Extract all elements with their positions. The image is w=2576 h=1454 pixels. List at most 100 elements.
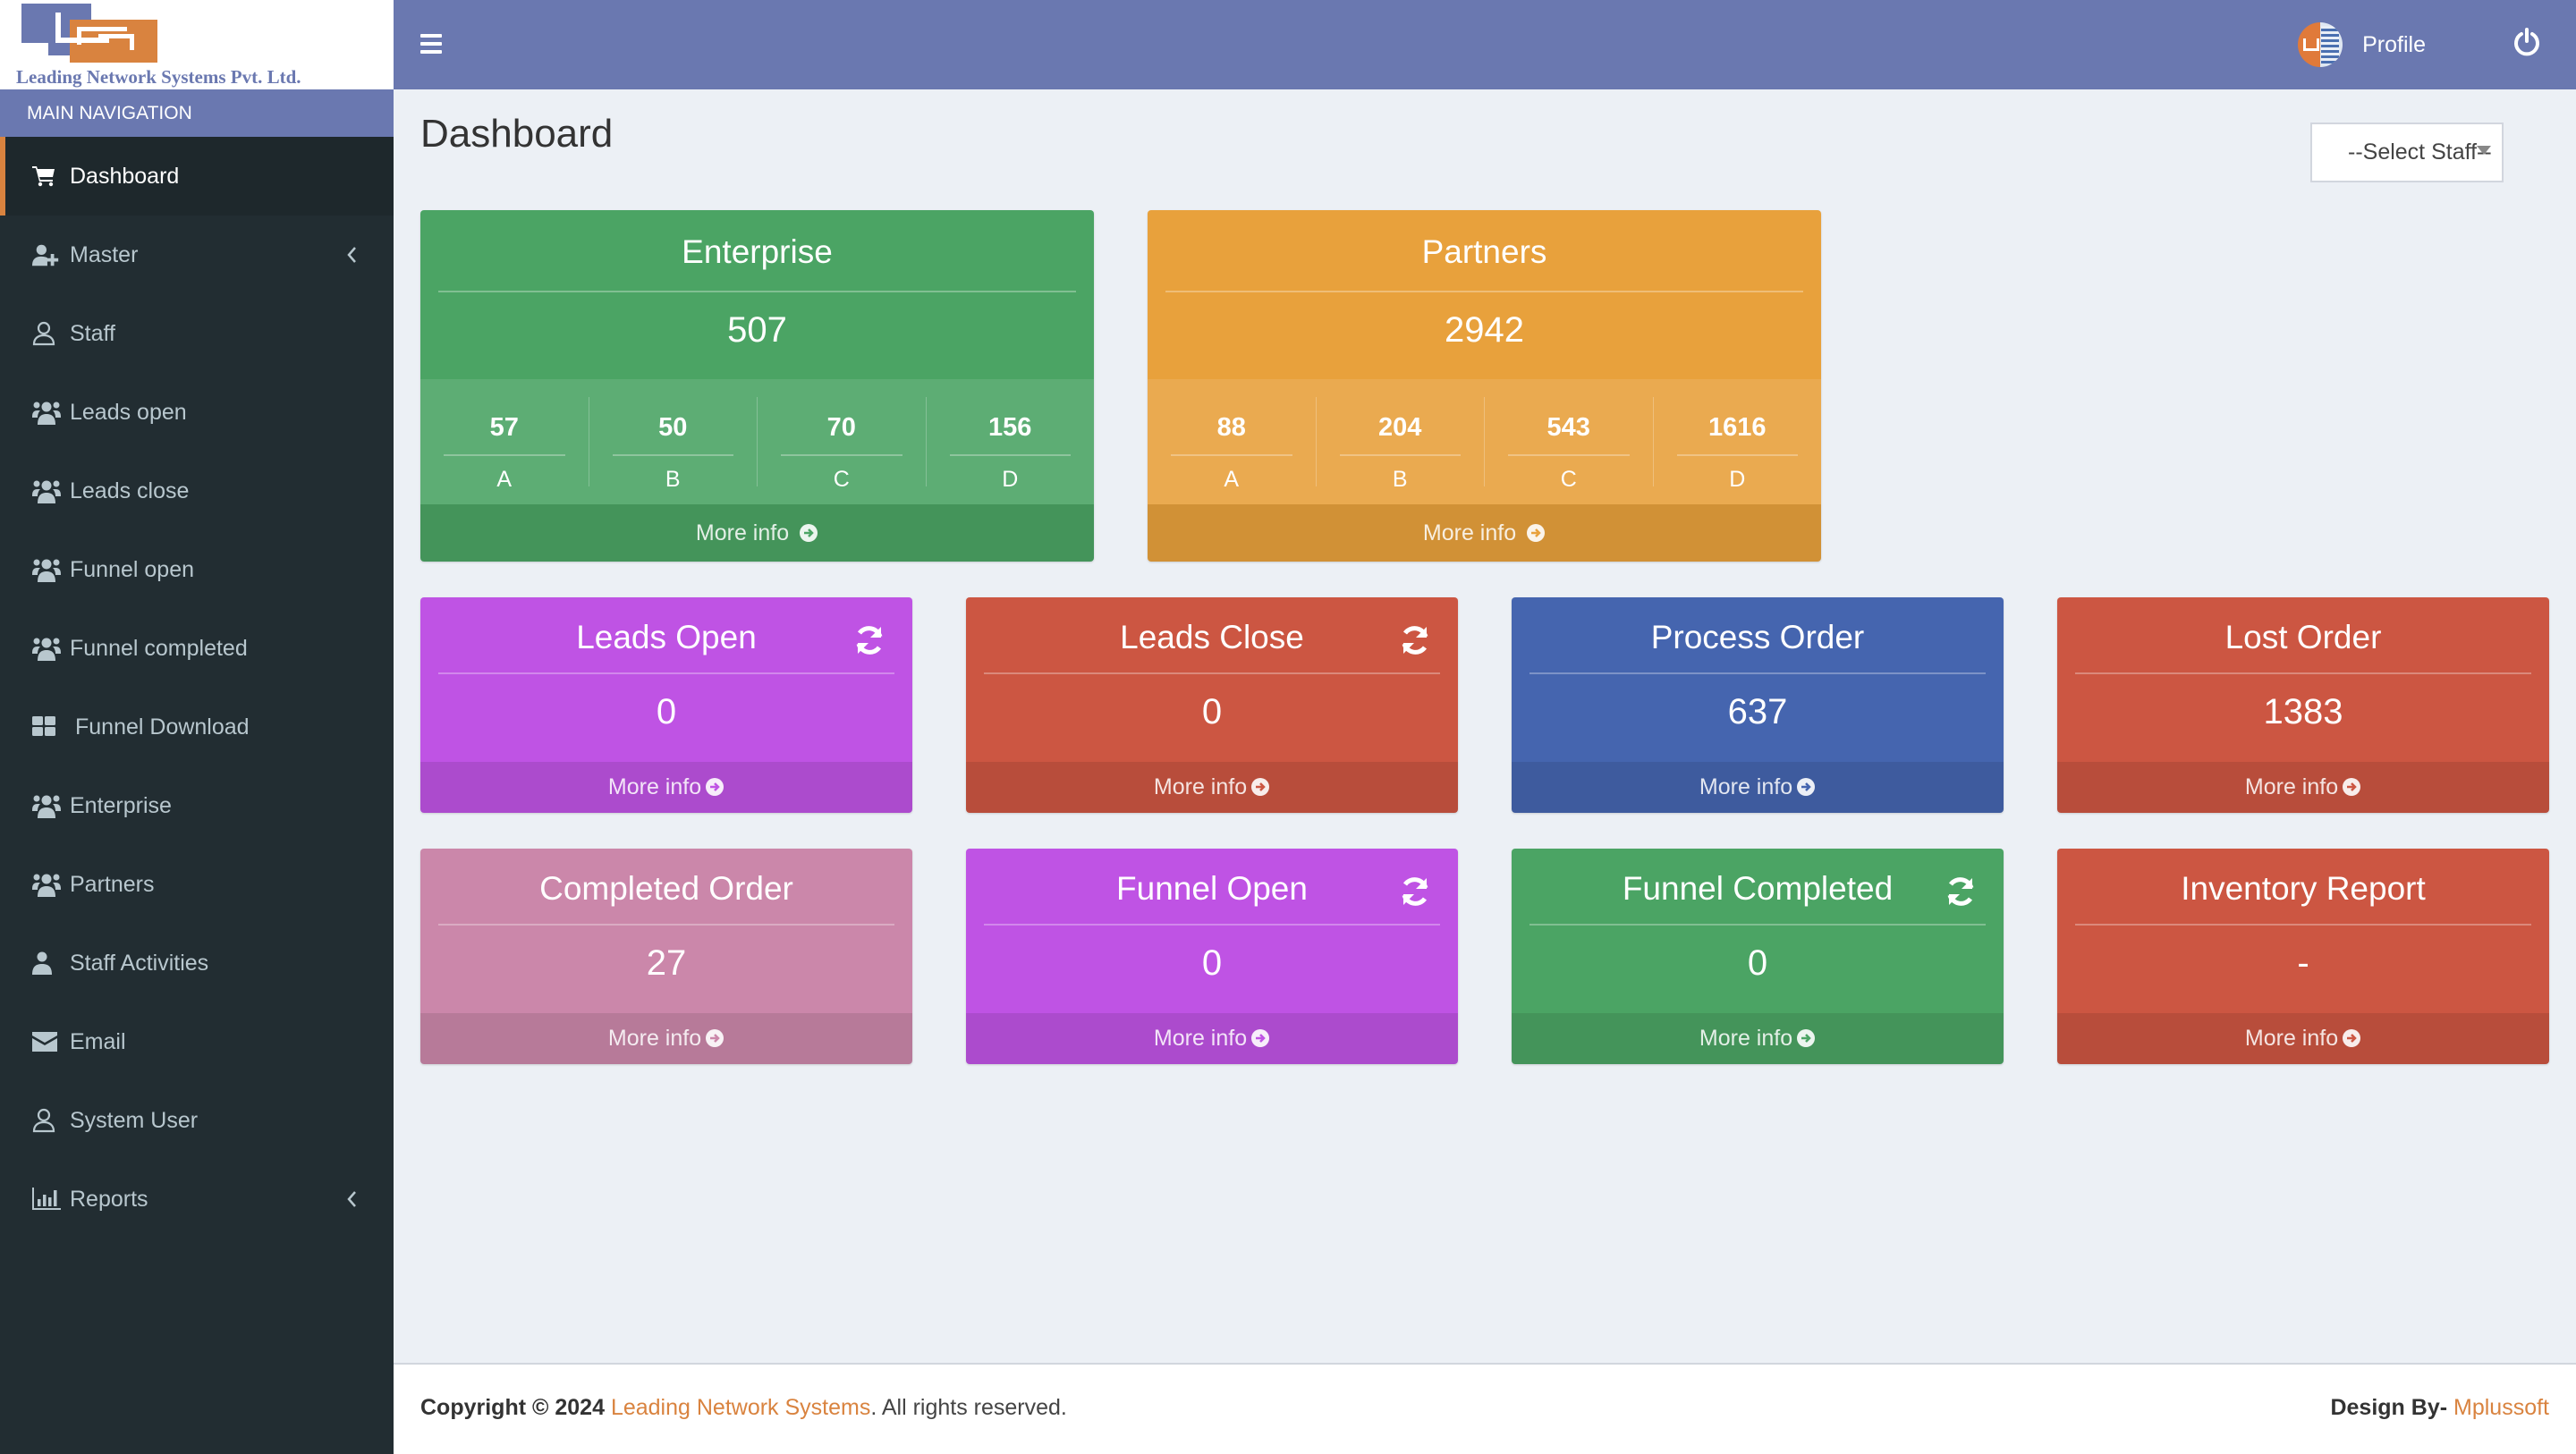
design-credit: Design By- Mplussoft [2330, 1395, 2549, 1421]
box-title: Leads Close [1120, 619, 1304, 655]
sidebar-item-label: Staff Activities [70, 950, 209, 976]
stat-box-leads-open: Leads Open 0 More info [420, 597, 912, 813]
sidebar: Leading Network Systems Pvt. Ltd. MAIN N… [0, 0, 394, 1454]
divider [438, 291, 1076, 292]
more-info-link[interactable]: More info [420, 1013, 912, 1064]
sidebar-item-funnel-open[interactable]: Funnel open [0, 530, 394, 609]
refresh-icon[interactable] [853, 624, 886, 656]
sidebar-item-master[interactable]: Master [0, 216, 394, 294]
company-link[interactable]: Leading Network Systems [611, 1395, 870, 1420]
box-title: Partners [1421, 233, 1547, 270]
power-icon[interactable] [2513, 27, 2540, 57]
user-icon [32, 950, 61, 976]
profile-label: Profile [2362, 31, 2426, 57]
box-title: Enterprise [682, 233, 833, 270]
divider [1530, 924, 1986, 926]
shopping-cart-icon [32, 163, 61, 190]
sidebar-item-label: Funnel completed [70, 635, 248, 661]
breakdown-value: 50 [658, 413, 688, 442]
designer-link[interactable]: Mplussoft [2453, 1395, 2549, 1420]
sidebar-item-staff[interactable]: Staff [0, 294, 394, 373]
sidebar-menu: Dashboard Master Staff Leads open Leads … [0, 137, 394, 1238]
more-info-link[interactable]: More info [420, 762, 912, 813]
more-info-link[interactable]: More info [1512, 762, 2004, 813]
company-name: Leading Network Systems Pvt. Ltd. [16, 66, 301, 88]
footer: Copyright © 2024 Leading Network Systems… [394, 1363, 2576, 1454]
sidebar-item-funnel-download[interactable]: Funnel Download [0, 688, 394, 766]
sidebar-item-system-user[interactable]: System User [0, 1081, 394, 1160]
box-title: Funnel Open [1116, 870, 1308, 907]
box-title: Completed Order [539, 870, 793, 907]
breakdown-item: 50 B [588, 397, 758, 492]
box-value: 2942 [1445, 310, 1524, 350]
breakdown-value: 204 [1378, 413, 1422, 442]
page-title: Dashboard [420, 112, 614, 156]
arrow-circle-right-icon [706, 778, 724, 796]
arrow-circle-right-icon [1527, 524, 1546, 542]
arrow-circle-right-icon [2343, 1029, 2361, 1047]
more-info-link[interactable]: More info [1512, 1013, 2004, 1064]
users-icon [32, 792, 61, 819]
refresh-icon[interactable] [1399, 875, 1431, 908]
stat-box-funnel-completed: Funnel Completed 0 More info [1512, 849, 2004, 1064]
users-icon [32, 871, 61, 898]
sidebar-item-reports[interactable]: Reports [0, 1160, 394, 1238]
more-info-link[interactable]: More info [420, 504, 1094, 562]
user-outline-icon [32, 1107, 61, 1134]
hamburger-icon[interactable] [420, 34, 442, 54]
stat-box-leads-close: Leads Close 0 More info [966, 597, 1458, 813]
more-info-link[interactable]: More info [2057, 1013, 2549, 1064]
staff-select[interactable]: --Select Staff-- [2310, 123, 2504, 182]
chevron-left-icon [347, 247, 356, 263]
breakdown-item: 204 B [1315, 397, 1485, 492]
more-info-link[interactable]: More info [966, 762, 1458, 813]
users-icon [32, 635, 61, 662]
company-logo[interactable]: Leading Network Systems Pvt. Ltd. [0, 0, 394, 89]
breakdown-item: 1616 D [1652, 397, 1822, 492]
divider [1530, 672, 1986, 674]
breakdown-item: 57 A [420, 397, 589, 492]
users-icon [32, 399, 61, 426]
users-icon [32, 478, 61, 504]
breakdown-label: B [665, 467, 681, 492]
sidebar-item-dashboard[interactable]: Dashboard [0, 137, 394, 216]
sidebar-item-label: Master [70, 241, 139, 267]
box-title: Process Order [1650, 619, 1865, 655]
breakdown-label: A [496, 467, 513, 492]
sidebar-item-partners[interactable]: Partners [0, 845, 394, 924]
breakdown-row: 88 A 204 B 543 C 1616 D [1148, 379, 1821, 504]
profile-menu[interactable]: Profile [2298, 20, 2426, 70]
box-value: 507 [727, 310, 787, 350]
breakdown-label: D [1002, 467, 1019, 492]
more-info-label: More info [2244, 774, 2339, 799]
grid-icon [32, 714, 61, 740]
more-info-label: More info [1153, 1026, 1248, 1051]
box-value: - [2297, 943, 2309, 983]
sidebar-item-email[interactable]: Email [0, 1002, 394, 1081]
breakdown-value: 156 [988, 413, 1032, 442]
refresh-icon[interactable] [1399, 624, 1431, 656]
sidebar-item-enterprise[interactable]: Enterprise [0, 766, 394, 845]
user-plus-icon [32, 241, 61, 268]
sidebar-item-funnel-completed[interactable]: Funnel completed [0, 609, 394, 688]
box-value: 1383 [2263, 692, 2343, 731]
sidebar-item-label: Partners [70, 871, 155, 897]
user-outline-icon [32, 320, 61, 347]
enterprise-summary-box: Enterprise 507 57 A 50 B 70 C 156 D More inf… [420, 210, 1094, 562]
sidebar-item-leads-close[interactable]: Leads close [0, 452, 394, 530]
more-info-link[interactable]: More info [966, 1013, 1458, 1064]
divider [2075, 924, 2531, 926]
arrow-circle-right-icon [1251, 778, 1270, 796]
avatar [2298, 22, 2343, 67]
more-info-label: More info [1422, 520, 1517, 545]
more-info-label: More info [607, 774, 702, 799]
users-icon [32, 556, 61, 583]
more-info-link[interactable]: More info [2057, 762, 2549, 813]
more-info-link[interactable]: More info [1148, 504, 1821, 562]
sidebar-item-leads-open[interactable]: Leads open [0, 373, 394, 452]
box-value: 0 [1201, 692, 1223, 731]
sidebar-item-staff-activities[interactable]: Staff Activities [0, 924, 394, 1002]
more-info-label: More info [2244, 1026, 2339, 1051]
arrow-circle-right-icon [1797, 778, 1816, 796]
refresh-icon[interactable] [1945, 875, 1977, 908]
